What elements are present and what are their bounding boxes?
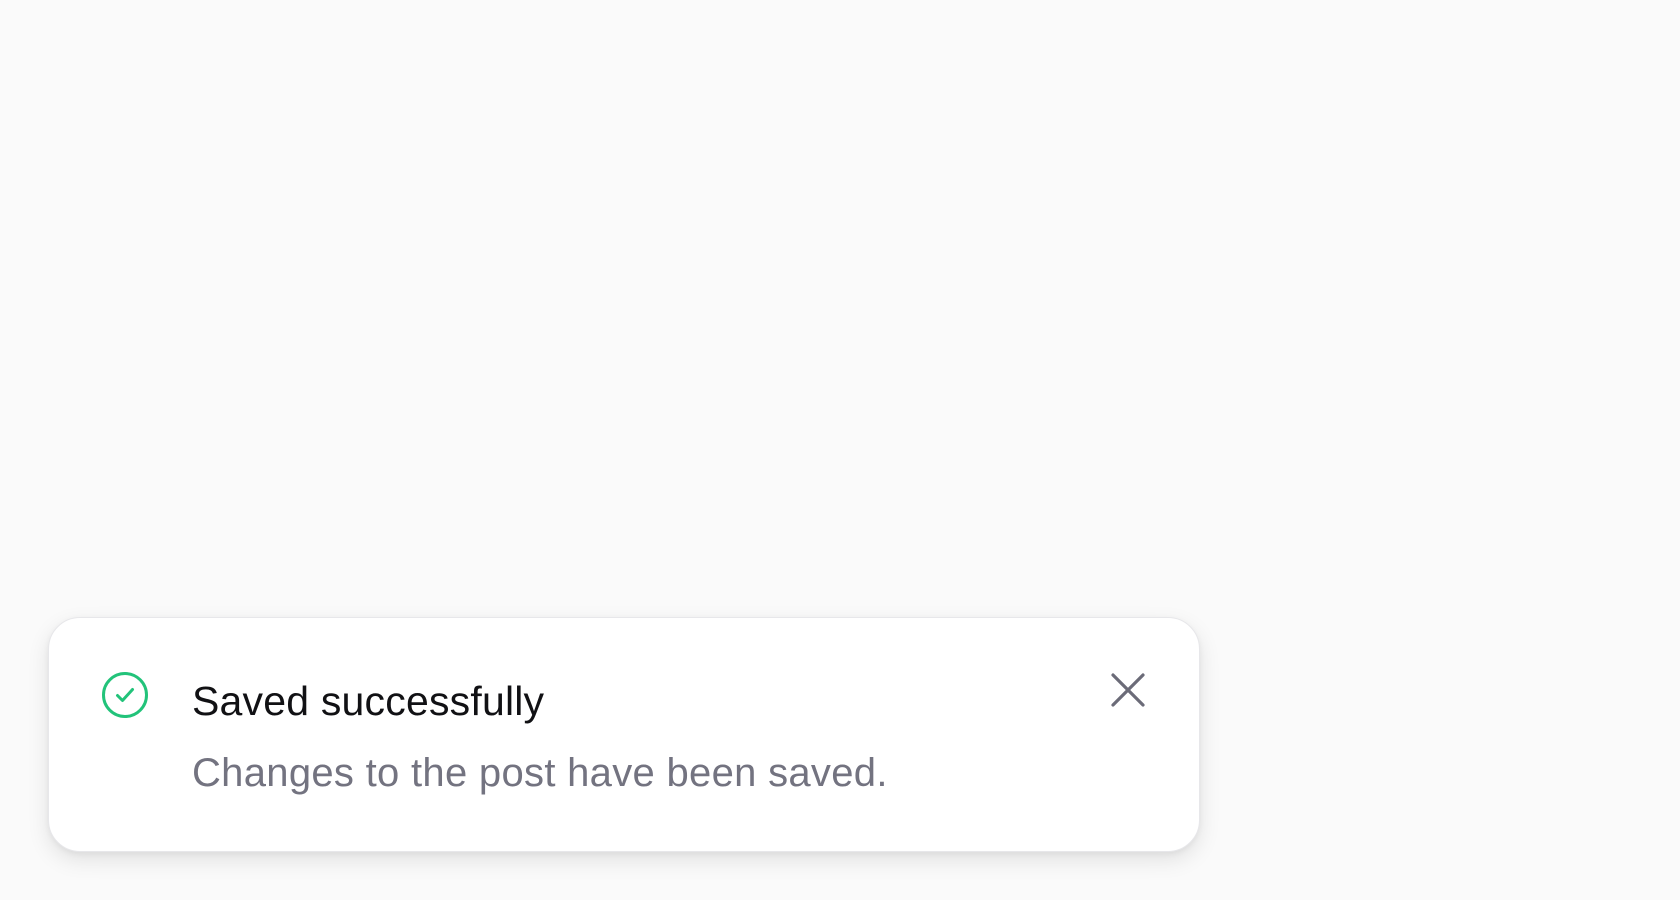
toast-message: Changes to the post have been saved. [192,751,888,795]
check-circle-icon [102,672,148,718]
app-background: Saved successfully Changes to the post h… [0,0,1680,900]
close-toast-button[interactable] [1097,660,1159,722]
close-icon [1111,672,1145,710]
toast-title: Saved successfully [192,678,545,724]
success-toast: Saved successfully Changes to the post h… [48,617,1200,852]
